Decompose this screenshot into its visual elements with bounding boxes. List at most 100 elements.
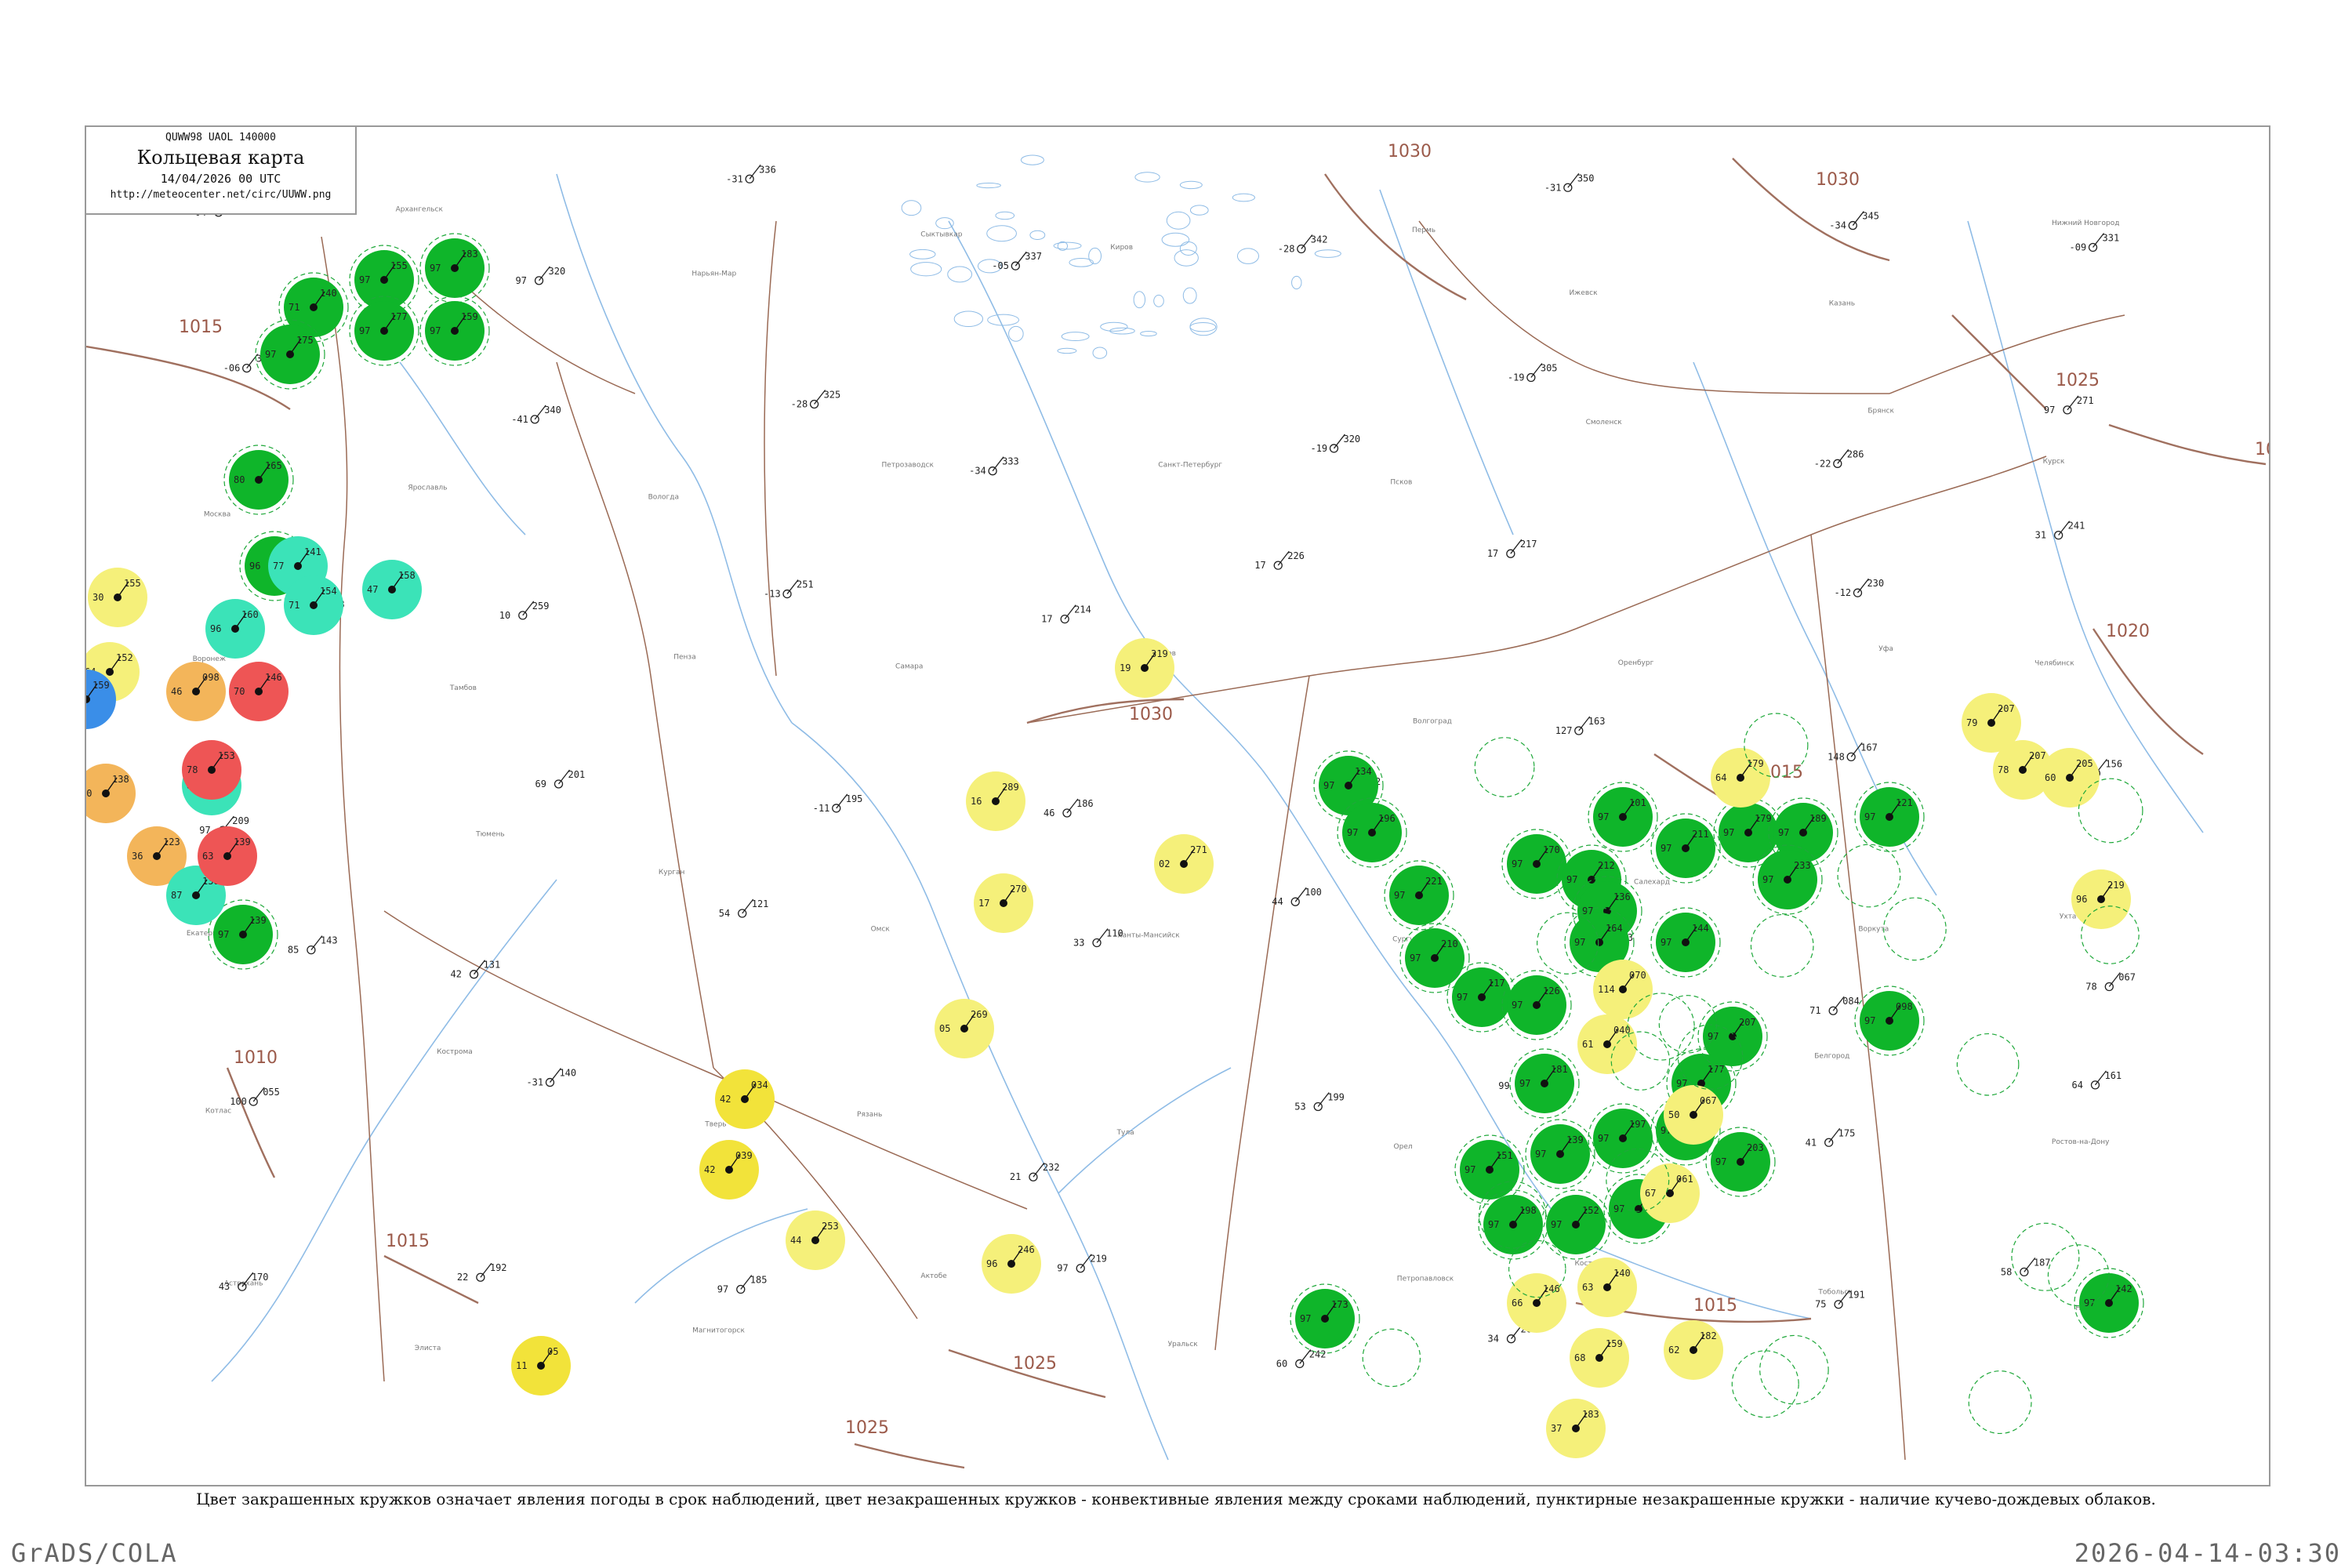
pressure-label: 305 (1541, 363, 1558, 374)
temp-label: 99 (1498, 1080, 1509, 1091)
city-label: Ижевск (1569, 289, 1598, 297)
pressure-label: 152 (1582, 1205, 1599, 1216)
render-timestamp: 2026-04-14-03:30 (2074, 1538, 2341, 1568)
city-label: Пенза (673, 653, 696, 661)
pressure-label: 189 (1809, 813, 1827, 824)
weather-station-dust: 039 42 (699, 1140, 759, 1200)
lake (1020, 154, 1044, 165)
lake (1029, 230, 1046, 241)
temp-label: 63 (202, 851, 213, 862)
temp-label: 11 (516, 1360, 527, 1371)
pressure-label: 336 (759, 164, 776, 175)
temp-label: 97 (1598, 811, 1609, 822)
city-label: Петропавловск (1397, 1276, 1454, 1283)
temp-label: 77 (273, 561, 284, 572)
pressure-label: 212 (1598, 860, 1615, 871)
temp-label: 78 (2085, 982, 2096, 993)
city-label: Киров (1110, 244, 1133, 252)
pressure-label: 219 (2107, 880, 2125, 891)
map-title-box: QUWW98 UAOL 140000 Кольцевая карта 14/04… (86, 127, 357, 215)
city-label: Тверь (704, 1120, 726, 1128)
city-label: Вологда (648, 494, 679, 502)
weather-station-fog: 219 96 (2071, 869, 2131, 929)
temp-label: 42 (704, 1164, 715, 1175)
pressure-label: 230 (1867, 578, 1884, 589)
temp-label: 17 (978, 898, 989, 909)
temp-label: 34 (1488, 1334, 1499, 1345)
city-label: Ростов-на-Дону (2052, 1138, 2110, 1146)
pressure-label: 342 (1311, 234, 1328, 245)
pressure-label: 163 (1588, 716, 1606, 727)
temp-label: 37 (1551, 1423, 1562, 1434)
map-legend-caption: Цвет закрашенных кружков означает явлени… (196, 1490, 2156, 1508)
temp-label: 43 (219, 1281, 230, 1292)
station-plot: 331 -09 (2070, 233, 2120, 253)
pressure-label: 159 (461, 311, 478, 322)
temp-label: 19 (1120, 662, 1131, 673)
pressure-label: 289 (1002, 782, 1019, 793)
bulletin-header: QUWW98 UAOL 140000 (165, 132, 276, 143)
lake (947, 266, 973, 283)
temp-label: 58 (2001, 1266, 2012, 1277)
temp-label: 71 (289, 302, 299, 313)
temp-label: 97 (430, 263, 441, 274)
pressure-label: 126 (1543, 985, 1560, 996)
weather-station-rain: 183 97 (419, 233, 490, 303)
station-plot: 214 17 (1041, 604, 1091, 625)
weather-station-dust: 034 42 (715, 1069, 775, 1129)
temp-label: 97 (1864, 811, 1875, 822)
temp-label: 97 (1512, 858, 1523, 869)
isobar-label: 1010 (234, 1048, 278, 1068)
station-plot: 100 44 (1272, 887, 1322, 907)
lake (976, 183, 1001, 189)
pressure-label: 207 (1998, 703, 2015, 714)
isobar-label: 1030 (1388, 142, 1432, 162)
pressure-label: 158 (398, 570, 416, 581)
weather-station-rain: 198 97 (1478, 1189, 1548, 1260)
temp-label: 61 (1582, 1039, 1593, 1050)
weather-station-fog: 270 17 (974, 873, 1033, 933)
weather-station-fog: 155 30 (88, 568, 147, 627)
station-plot: 121 54 (719, 898, 769, 919)
city-label: Ярославль (408, 485, 447, 492)
station-plot: 186 46 (1044, 798, 1094, 818)
pressure-label: 345 (1862, 211, 1879, 222)
pressure-label: 121 (1896, 797, 1913, 808)
temp-label: 97 (1551, 1219, 1562, 1230)
temp-label: 97 (359, 274, 370, 285)
city-label: Ханты-Мансийск (1117, 932, 1180, 940)
pressure-label: 233 (1794, 860, 1811, 871)
station-plot: 226 17 (1254, 550, 1305, 571)
station-plot: 067 78 (2085, 972, 2136, 993)
temp-label: 97 (1410, 953, 1421, 964)
pressure-label: 05 (547, 1346, 558, 1357)
station-plot: 185 97 (717, 1275, 768, 1295)
station-plot: 350 -31 (1544, 172, 1595, 193)
cb-ring (1968, 1370, 2032, 1435)
pressure-label: 175 (1838, 1127, 1856, 1138)
temp-label: 36 (132, 851, 143, 862)
pressure-label: 217 (1520, 539, 1537, 550)
temp-label: 97 (1323, 780, 1334, 791)
city-label: Курск (2043, 458, 2065, 466)
lake (1133, 291, 1146, 309)
temp-label: -05 (992, 260, 1009, 271)
temp-label: 64 (2071, 1080, 2082, 1091)
lake (987, 314, 1020, 326)
temp-label: 33 (1073, 938, 1084, 949)
station-plot: 305 -19 (1508, 363, 1558, 383)
station-plot: 199 53 (1294, 1091, 1345, 1112)
pressure-label: 209 (232, 815, 249, 826)
lake (909, 249, 936, 260)
temp-label: 31 (2035, 530, 2046, 541)
pressure-label: 226 (1287, 550, 1305, 561)
pressure-label: 201 (568, 769, 586, 780)
pressure-label: 165 (265, 460, 282, 471)
temp-label: -06 (223, 363, 241, 374)
pressure-label: 320 (1343, 434, 1360, 445)
river-4 (948, 220, 1263, 771)
pressure-label: 034 (751, 1080, 768, 1091)
pressure-label: 123 (163, 837, 180, 848)
cb-ring (1956, 1033, 2020, 1096)
weather-station-rain: 126 97 (1501, 970, 1572, 1040)
